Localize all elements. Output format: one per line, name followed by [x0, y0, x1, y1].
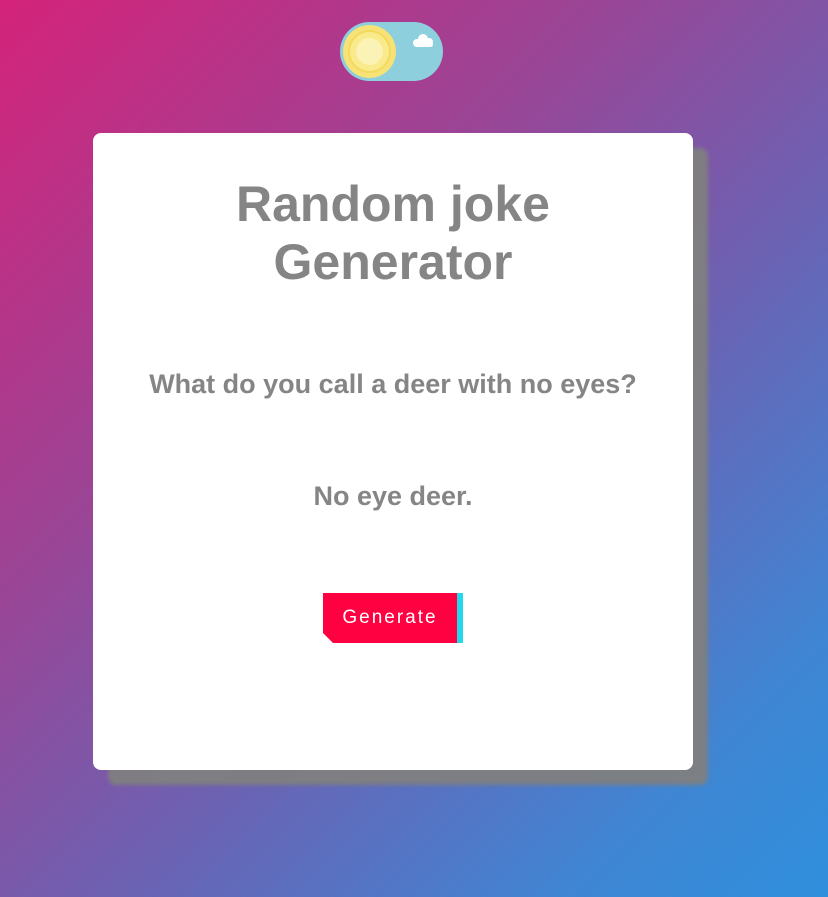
page-title: Random joke Generator: [236, 176, 550, 290]
sun-icon: [343, 25, 396, 78]
joke-answer: No eye deer.: [313, 481, 473, 511]
generate-button[interactable]: Generate: [323, 593, 463, 643]
joke-card: Random joke Generator What do you call a…: [93, 133, 693, 770]
joke-question: What do you call a deer with no eyes?: [149, 369, 637, 399]
cloud-icon: [413, 34, 433, 47]
theme-toggle[interactable]: [340, 22, 443, 81]
